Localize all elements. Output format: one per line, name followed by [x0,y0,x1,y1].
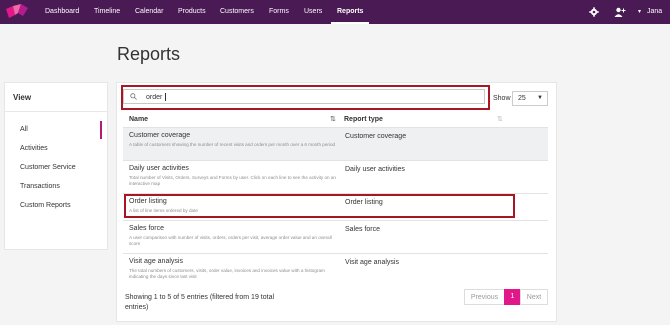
text-cursor [165,93,166,101]
search-box[interactable] [123,89,485,104]
report-description: A user comparison with number of visits,… [129,235,332,246]
view-item-transactions[interactable]: Transactions [20,183,60,190]
page-title: Reports [117,44,181,64]
sort-icon[interactable]: ⇅ [497,115,503,123]
nav-calendar[interactable]: Calendar [135,0,163,24]
table-row[interactable]: Customer coverage A table of customers s… [123,127,548,161]
report-name[interactable]: Visit age analysis [129,258,183,265]
search-input[interactable] [146,92,446,102]
nav-reports[interactable]: Reports [337,0,363,24]
page-1-button[interactable]: 1 [504,289,521,305]
divider [5,111,107,112]
search-icon [130,93,137,100]
view-item-customer-service[interactable]: Customer Service [20,164,76,171]
nav-users[interactable]: Users [304,0,322,24]
report-type: Visit age analysis [345,259,399,266]
report-description: Total number of Visits, Orders, Surveys … [129,175,336,186]
show-entries-label: Show [493,95,511,102]
nav-dashboard[interactable]: Dashboard [45,0,79,24]
nav-forms[interactable]: Forms [269,0,289,24]
report-name[interactable]: Customer coverage [129,132,190,139]
row-highlight [124,194,515,218]
add-user-icon[interactable] [614,7,626,17]
report-name[interactable]: Daily user activities [129,165,189,172]
previous-page-button[interactable]: Previous [464,289,505,305]
user-name[interactable]: Jana [647,0,662,24]
view-panel-title: View [13,93,32,102]
column-header-name[interactable]: Name [129,116,148,123]
report-type: Customer coverage [345,133,407,140]
table-row[interactable]: Sales force A user comparison with numbe… [123,220,548,254]
report-name[interactable]: Sales force [129,225,164,232]
report-type: Sales force [345,226,381,233]
table-info: Showing 1 to 5 of 5 entries (filtered fr… [125,294,275,311]
view-active-indicator [100,121,102,139]
table-row[interactable]: Visit age analysis The total numbers of … [123,253,548,288]
table-row[interactable]: Daily user activities Total number of Vi… [123,160,548,194]
view-item-activities[interactable]: Activities [20,145,48,152]
report-description: A table of customers showing the number … [129,142,336,147]
top-navigation-bar: Dashboard Timeline Calendar Products Cus… [0,0,670,24]
view-item-all[interactable]: All [20,126,28,133]
report-type: Daily user activities [345,166,405,173]
chevron-down-icon: ▼ [537,95,543,101]
gear-icon[interactable] [589,7,599,17]
app-logo-icon[interactable] [6,4,28,20]
show-entries-value: 25 [518,95,526,102]
report-description: The total numbers of customers, visits, … [129,268,325,279]
show-entries-select[interactable]: 25 ▼ [512,91,548,106]
nav-products[interactable]: Products [178,0,206,24]
column-header-report-type[interactable]: Report type [344,116,383,123]
next-page-button[interactable]: Next [520,289,548,305]
user-menu-caret-icon[interactable]: ▾ [638,0,641,24]
nav-customers[interactable]: Customers [220,0,254,24]
nav-active-indicator [331,22,369,24]
sort-icon[interactable]: ⇅ [330,115,336,123]
view-item-custom-reports[interactable]: Custom Reports [20,202,71,209]
nav-timeline[interactable]: Timeline [94,0,120,24]
view-panel: View All Activities Customer Service Tra… [4,82,108,250]
